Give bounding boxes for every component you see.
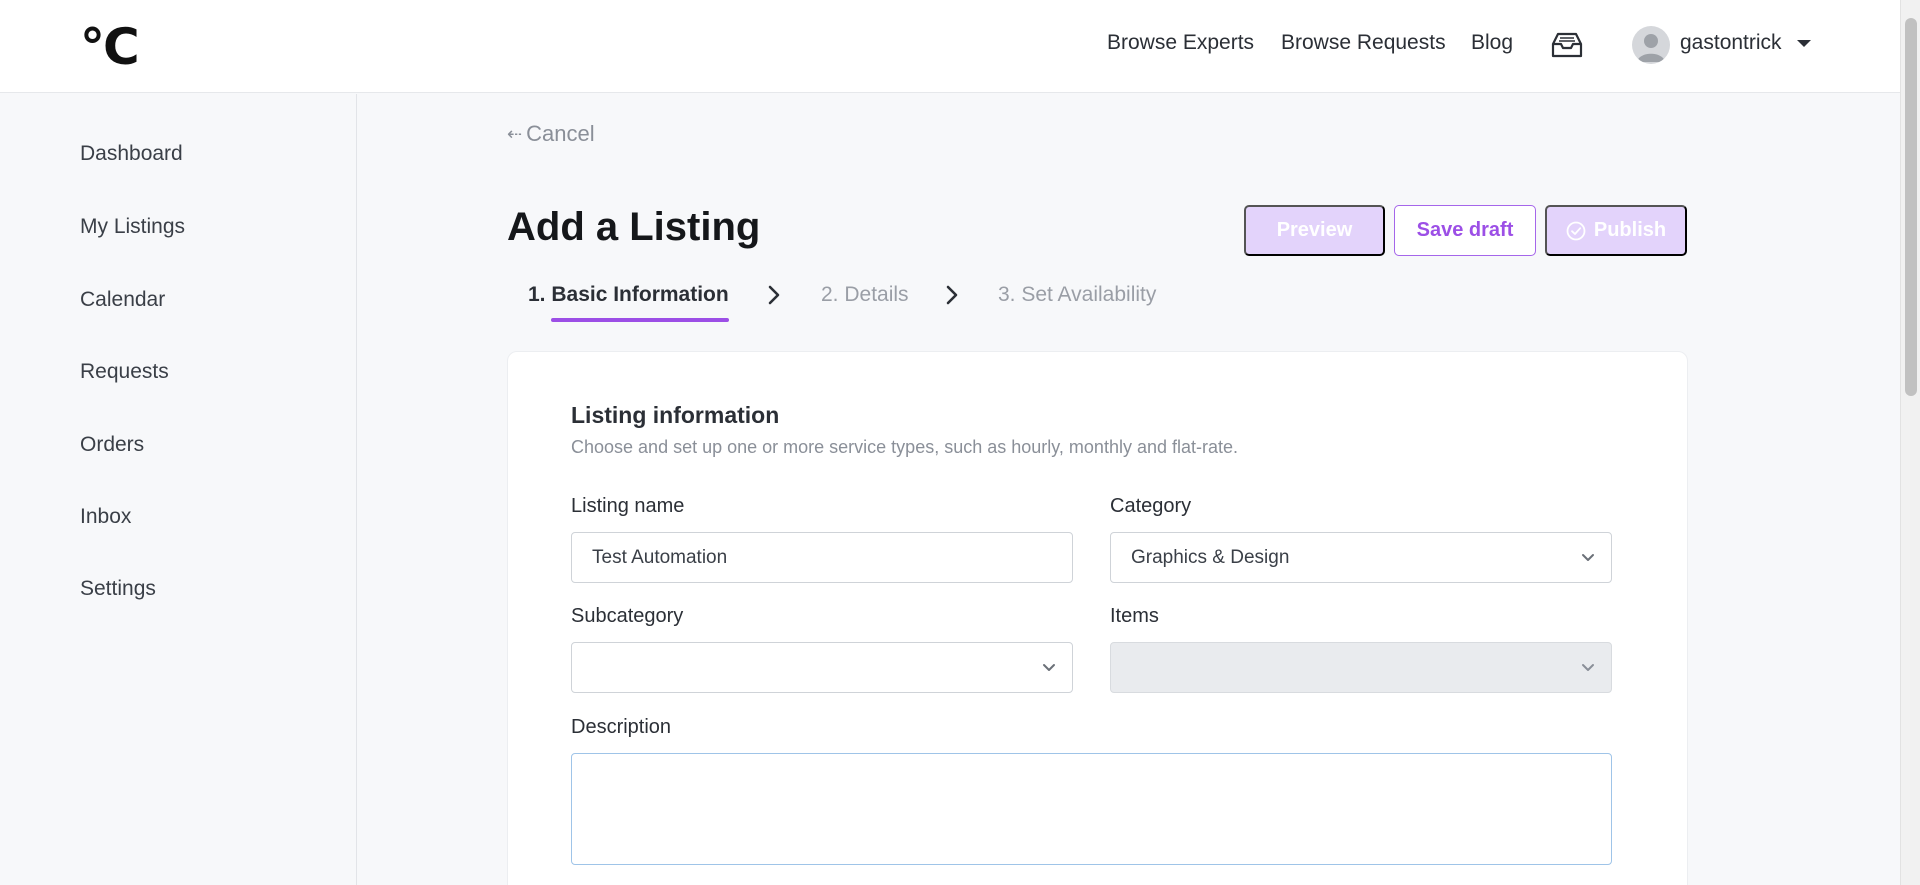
items-select[interactable] — [1110, 642, 1612, 693]
chevron-down-icon — [1582, 554, 1594, 561]
items-label: Items — [1110, 605, 1159, 627]
sidebar-item-calendar[interactable]: Calendar — [80, 288, 165, 312]
user-avatar-icon — [1637, 34, 1665, 62]
sidebar-item-dashboard[interactable]: Dashboard — [80, 142, 183, 166]
sidebar: Dashboard My Listings Calendar Requests … — [0, 94, 357, 885]
preview-button[interactable]: Preview — [1244, 205, 1385, 256]
tab-details[interactable]: 2. Details — [821, 283, 909, 307]
sidebar-item-inbox[interactable]: Inbox — [80, 505, 131, 529]
nav-browse-requests[interactable]: Browse Requests — [1281, 31, 1446, 55]
top-header: °C Browse Experts Browse Requests Blog g… — [0, 0, 1900, 93]
tab-set-availability[interactable]: 3. Set Availability — [998, 283, 1156, 307]
section-subtitle: Choose and set up one or more service ty… — [571, 437, 1239, 457]
arrow-left-icon: ⇠ — [507, 123, 523, 144]
sidebar-item-orders[interactable]: Orders — [80, 433, 144, 457]
cancel-link[interactable]: ⇠ Cancel — [507, 121, 595, 147]
chevron-down-icon — [1043, 664, 1055, 671]
category-value: Graphics & Design — [1131, 546, 1290, 568]
subcategory-label: Subcategory — [571, 605, 684, 627]
description-textarea[interactable] — [571, 753, 1612, 865]
chevron-right-icon — [768, 285, 780, 305]
sidebar-item-my-listings[interactable]: My Listings — [80, 215, 185, 239]
avatar[interactable] — [1632, 26, 1670, 64]
nav-blog[interactable]: Blog — [1471, 31, 1513, 55]
sidebar-item-settings[interactable]: Settings — [80, 577, 156, 601]
chevron-down-icon — [1582, 664, 1594, 671]
check-circle-icon — [1566, 221, 1586, 240]
description-label: Description — [571, 716, 672, 738]
publish-button[interactable]: Publish — [1545, 205, 1687, 256]
listing-name-label: Listing name — [571, 495, 685, 517]
page-title: Add a Listing — [507, 205, 761, 249]
sidebar-item-requests[interactable]: Requests — [80, 360, 169, 384]
inbox-icon[interactable] — [1551, 32, 1583, 58]
listing-name-input[interactable]: Test Automation — [571, 532, 1073, 583]
logo[interactable]: °C — [80, 22, 140, 72]
page-scrollbar[interactable] — [1900, 0, 1920, 885]
scrollbar-thumb[interactable] — [1905, 18, 1917, 396]
section-title: Listing information — [571, 402, 780, 428]
publish-label: Publish — [1593, 219, 1667, 241]
tab-basic-information[interactable]: 1. Basic Information — [528, 283, 729, 307]
active-step-indicator — [551, 318, 729, 322]
category-select[interactable]: Graphics & Design — [1110, 532, 1612, 583]
user-menu-caret-icon[interactable] — [1797, 40, 1811, 47]
category-label: Category — [1110, 495, 1192, 517]
save-draft-button[interactable]: Save draft — [1394, 205, 1536, 256]
subcategory-select[interactable] — [571, 642, 1073, 693]
cancel-label: Cancel — [526, 121, 595, 146]
chevron-right-icon — [946, 285, 958, 305]
username[interactable]: gastontrick — [1680, 31, 1782, 55]
nav-browse-experts[interactable]: Browse Experts — [1107, 31, 1254, 55]
